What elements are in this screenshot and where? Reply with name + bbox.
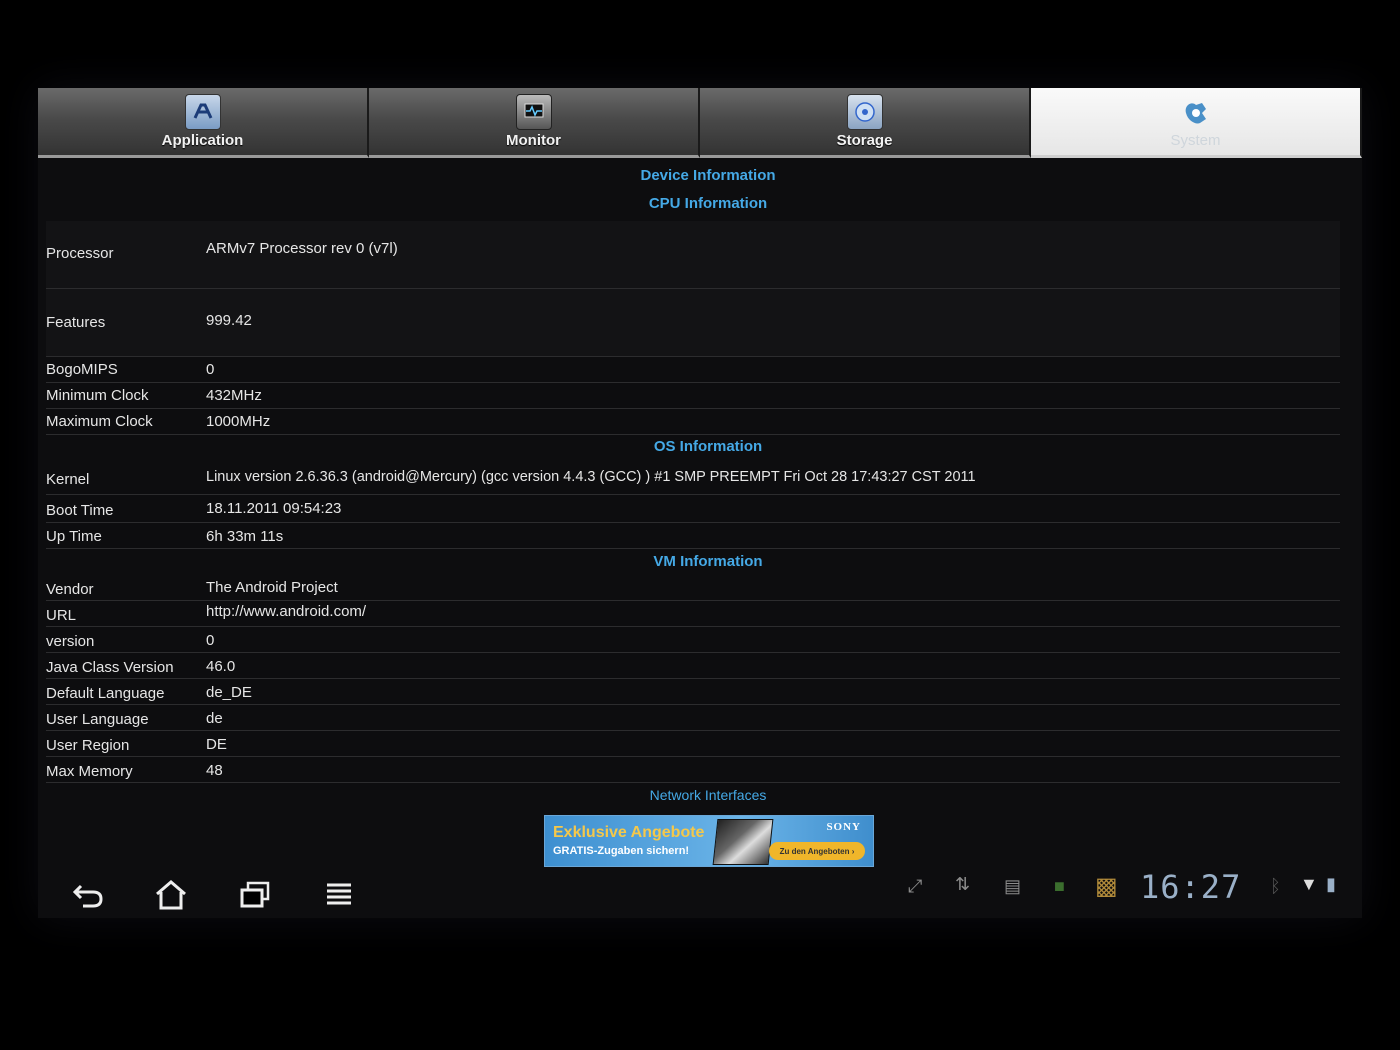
monitor-icon bbox=[515, 94, 552, 130]
info-value: 6h 33m 11s bbox=[206, 528, 284, 545]
info-label: Max Memory bbox=[46, 763, 133, 780]
info-value: 46.0 bbox=[206, 658, 236, 675]
fullscreen-icon: ⤢ bbox=[908, 876, 923, 896]
info-label: Java Class Version bbox=[46, 659, 174, 676]
info-row: Java Class Version 46.0 bbox=[46, 653, 1340, 679]
recent-apps-icon bbox=[240, 881, 270, 908]
battery-icon: ▮ bbox=[1326, 874, 1336, 894]
clock: 16:27 bbox=[1140, 868, 1242, 906]
info-row: User Region DE bbox=[46, 731, 1340, 757]
tab-application[interactable]: Application bbox=[38, 88, 369, 158]
back-icon bbox=[72, 884, 103, 908]
info-row: Processor ARMv7 Processor rev 0 (v7l) bbox=[46, 221, 1340, 289]
ad-subtitle: GRATIS-Zugaben sichern! bbox=[553, 845, 690, 857]
info-value: The Android Project bbox=[206, 579, 338, 596]
info-label: Processor bbox=[46, 245, 114, 262]
ad-cta-button[interactable]: Zu den Angeboten › bbox=[769, 842, 865, 860]
info-label: BogoMIPS bbox=[46, 361, 118, 378]
tab-storage[interactable]: Storage bbox=[700, 88, 1031, 158]
tab-label: Storage bbox=[836, 132, 893, 149]
tab-system[interactable]: System bbox=[1031, 88, 1362, 158]
system-info-panel: Device Information CPU Information Proce… bbox=[38, 161, 1362, 803]
back-button[interactable] bbox=[68, 878, 108, 912]
info-row: Features 999.42 bbox=[46, 289, 1340, 357]
recent-apps-button[interactable] bbox=[235, 878, 275, 912]
section-vm-information: VM Information bbox=[653, 553, 763, 570]
info-label: User Region bbox=[46, 737, 130, 754]
system-icon bbox=[1179, 96, 1213, 130]
info-label: Default Language bbox=[46, 685, 165, 702]
menu-button[interactable] bbox=[319, 878, 359, 912]
home-button[interactable] bbox=[151, 878, 191, 912]
info-value: de bbox=[206, 710, 223, 727]
info-value[interactable]: http://www.android.com/ bbox=[206, 603, 366, 620]
ad-brand-logo: SONY bbox=[826, 821, 861, 833]
menu-icon bbox=[327, 883, 351, 905]
info-label: Vendor bbox=[46, 581, 94, 598]
info-row: Boot Time 18.11.2011 09:54:23 bbox=[46, 495, 1340, 523]
section-os-information: OS Information bbox=[653, 438, 763, 455]
tab-label: Monitor bbox=[506, 132, 561, 149]
info-value: de_DE bbox=[206, 684, 252, 701]
info-row: Default Language de_DE bbox=[46, 679, 1340, 705]
info-row: Vendor The Android Project bbox=[46, 575, 1340, 601]
home-icon bbox=[156, 880, 186, 910]
info-label: Boot Time bbox=[46, 502, 114, 519]
application-icon bbox=[184, 94, 221, 130]
info-row: URL http://www.android.com/ bbox=[46, 601, 1340, 627]
tab-bar: Application Monitor Storage System bbox=[38, 88, 1362, 158]
info-row: version 0 bbox=[46, 627, 1340, 653]
info-row: Kernel Linux version 2.6.36.3 (android@M… bbox=[46, 461, 1340, 495]
info-value: 0 bbox=[206, 632, 215, 649]
tab-monitor[interactable]: Monitor bbox=[369, 88, 700, 158]
info-label: Features bbox=[46, 314, 106, 331]
info-row: Maximum Clock 1000MHz bbox=[46, 409, 1340, 435]
info-label: Maximum Clock bbox=[46, 413, 153, 430]
image-notification-icon: ▩ bbox=[1095, 873, 1118, 900]
bluetooth-icon: ᛒ bbox=[1270, 876, 1281, 896]
info-value: ARMv7 Processor rev 0 (v7l) bbox=[206, 240, 398, 257]
usb-debug-icon: ⇅ bbox=[955, 874, 971, 894]
tab-label: System bbox=[1170, 132, 1221, 149]
tab-label: Application bbox=[161, 132, 244, 149]
info-row: User Language de bbox=[46, 705, 1340, 731]
info-value: 432MHz bbox=[206, 387, 262, 404]
info-row: Max Memory 48 bbox=[46, 757, 1340, 783]
info-label: version bbox=[46, 633, 95, 650]
info-value: 0 bbox=[206, 361, 215, 378]
app-notification-icon: ■ bbox=[1054, 876, 1065, 896]
ad-title: Exklusive Angebote bbox=[553, 824, 705, 841]
section-network-interfaces: Network Interfaces bbox=[649, 787, 767, 803]
info-row: BogoMIPS 0 bbox=[46, 357, 1340, 383]
info-label: URL bbox=[46, 607, 77, 624]
wifi-icon: ▼ bbox=[1300, 874, 1318, 894]
storage-icon bbox=[846, 94, 883, 130]
info-value: 18.11.2011 09:54:23 bbox=[206, 500, 342, 517]
info-row: Minimum Clock 432MHz bbox=[46, 383, 1340, 409]
info-label: Kernel bbox=[46, 471, 90, 488]
ad-image bbox=[712, 819, 774, 865]
app-window: Application Monitor Storage System Devic… bbox=[38, 88, 1362, 918]
info-value: 999.42 bbox=[206, 312, 252, 329]
status-bar[interactable]: ⤢ ⇅ ▤ ■ ▩ 16:27 ᛒ ▼ ▮ bbox=[900, 868, 1360, 908]
info-label: User Language bbox=[46, 711, 149, 728]
info-value: 1000MHz bbox=[206, 413, 271, 430]
notification-icon: ▤ bbox=[1004, 876, 1022, 896]
info-value: DE bbox=[206, 736, 227, 753]
info-value: 48 bbox=[206, 762, 223, 779]
section-device-information: Device Information bbox=[640, 167, 776, 184]
info-label: Minimum Clock bbox=[46, 387, 149, 404]
info-row: Up Time 6h 33m 11s bbox=[46, 523, 1340, 549]
info-value: Linux version 2.6.36.3 (android@Mercury)… bbox=[206, 469, 976, 485]
info-label: Up Time bbox=[46, 528, 102, 545]
section-cpu-information: CPU Information bbox=[648, 195, 768, 212]
